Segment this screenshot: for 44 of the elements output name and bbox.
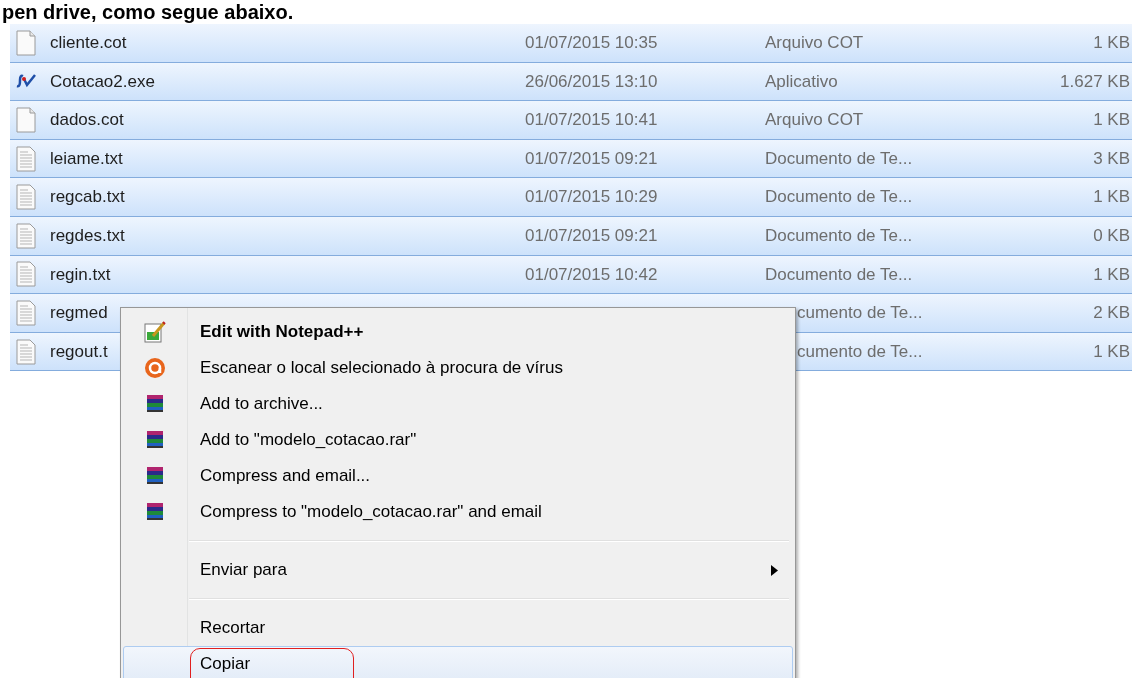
file-type: Arquivo COT	[765, 109, 865, 132]
menu-label: Compress to "modelo_cotacao.rar" and email	[200, 501, 542, 524]
menu-label: Copiar	[200, 653, 251, 676]
file-name: Cotacao2.exe	[50, 70, 156, 93]
file-size: 0 KB	[1092, 225, 1131, 247]
file-name: regout.t	[50, 340, 109, 363]
file-name: regin.txt	[50, 263, 112, 286]
file-size: 1 KB	[1092, 186, 1131, 209]
file-size: 1 KB	[1092, 263, 1131, 286]
file-name: cliente.cot	[50, 32, 128, 55]
file-type: Aplicativo	[765, 70, 839, 93]
file-size: 3 KB	[1092, 147, 1131, 170]
file-name: dados.cot	[50, 109, 125, 132]
file-size: 1 KB	[1092, 109, 1131, 132]
date-modified: 01/07/2015 09:21	[525, 147, 659, 170]
date-modified: 01/07/2015 10:41	[525, 109, 659, 132]
menu-label: Compress and email...	[200, 465, 371, 488]
menu-label: Escanear o local selecionado à procura de vírus	[200, 357, 563, 380]
date-modified: 01/07/2015 10:29	[525, 186, 659, 209]
menu-label: Add to "modelo_cotacao.rar"	[200, 429, 417, 452]
caption-text: pen drive, como segue abaixo.	[1, 0, 295, 24]
file-type: Documento de Te...	[765, 225, 914, 247]
file-type: Arquivo COT	[765, 32, 865, 55]
file-type: Documento de Te...	[765, 147, 914, 170]
date-modified: 01/07/2015 09:21	[525, 225, 659, 247]
file-type: cumento de Te...	[797, 340, 924, 363]
file-type: Documento de Te...	[765, 186, 914, 209]
file-size: 2 KB	[1092, 302, 1131, 325]
file-type: cumento de Te...	[797, 302, 924, 325]
file-size: 1 KB	[1092, 340, 1131, 363]
file-name: regcab.txt	[50, 186, 126, 209]
menu-label: Edit with Notepad++	[200, 321, 364, 344]
file-name: leiame.txt	[50, 147, 124, 170]
date-modified: 26/06/2015 13:10	[525, 70, 659, 93]
file-size: 1.627 KB	[1059, 70, 1131, 93]
menu-label: Recortar	[200, 617, 266, 640]
date-modified: 01/07/2015 10:35	[525, 32, 659, 55]
file-type: Documento de Te...	[765, 263, 914, 286]
date-modified: 01/07/2015 10:42	[525, 263, 659, 286]
menu-label: Add to archive...	[200, 393, 323, 416]
file-name: regdes.txt	[50, 225, 126, 247]
menu-label: Enviar para	[200, 559, 287, 582]
file-name: regmed	[50, 302, 109, 325]
file-size: 1 KB	[1092, 32, 1131, 55]
